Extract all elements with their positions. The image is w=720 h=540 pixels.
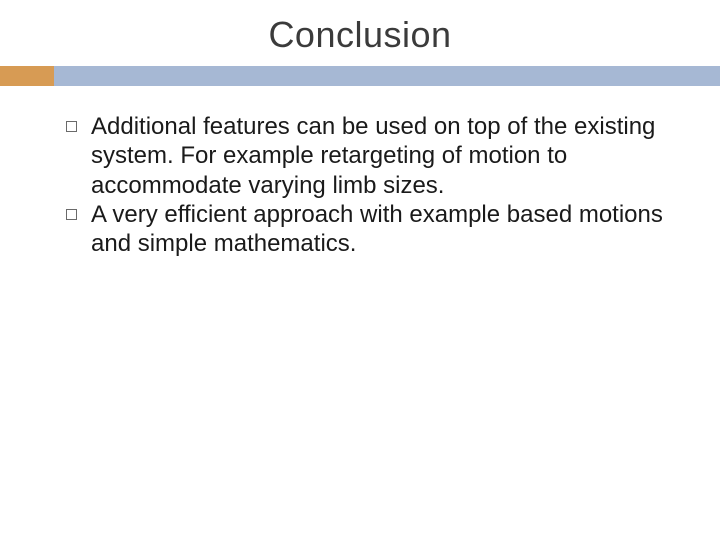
bar-block bbox=[54, 66, 720, 86]
accent-block bbox=[0, 66, 54, 86]
square-bullet-icon bbox=[66, 209, 77, 220]
bullet-text: A very efficient approach with example b… bbox=[91, 200, 670, 259]
slide: Conclusion Additional features can be us… bbox=[0, 0, 720, 540]
square-bullet-icon bbox=[66, 121, 77, 132]
bullet-text: Additional features can be used on top o… bbox=[91, 112, 670, 200]
bullet-list: Additional features can be used on top o… bbox=[66, 112, 670, 258]
slide-title: Conclusion bbox=[0, 0, 720, 66]
list-item: A very efficient approach with example b… bbox=[66, 200, 670, 259]
list-item: Additional features can be used on top o… bbox=[66, 112, 670, 200]
divider-bar bbox=[0, 66, 720, 86]
content-area: Additional features can be used on top o… bbox=[0, 86, 720, 258]
